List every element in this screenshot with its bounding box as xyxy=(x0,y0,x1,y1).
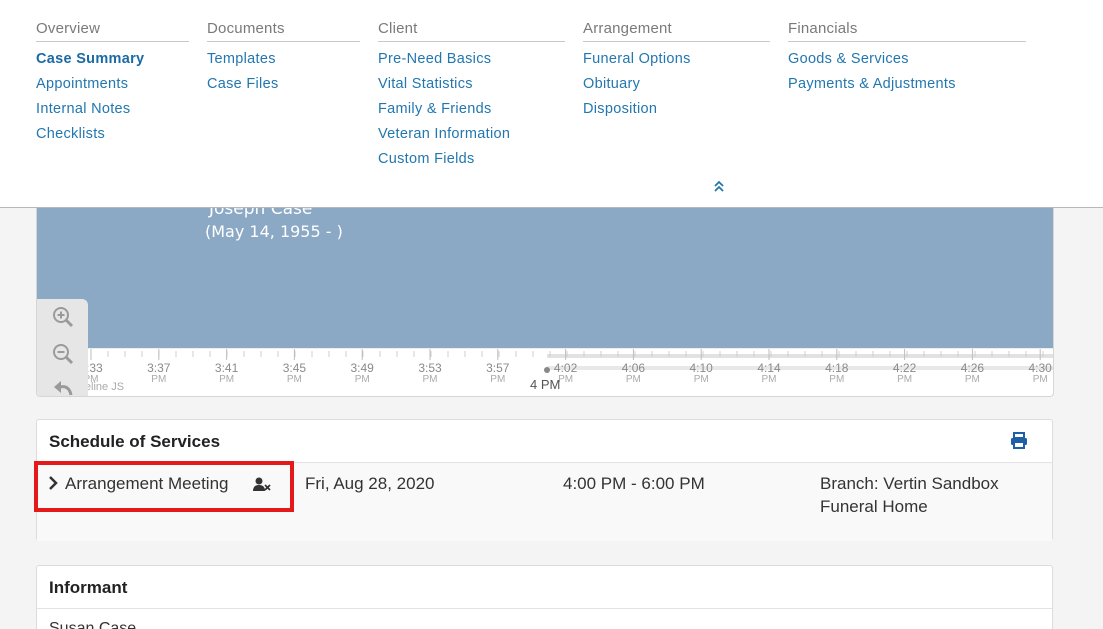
timeline-tick-ampm: PM xyxy=(354,374,370,385)
nav-link-vital-statistics[interactable]: Vital Statistics xyxy=(378,72,565,97)
timeline-tick-ampm: PM xyxy=(219,374,235,385)
timeline-tick-ampm: PM xyxy=(286,374,302,385)
timeline-tick-ampm: PM xyxy=(761,374,777,385)
nav-link-goods-services[interactable]: Goods & Services xyxy=(788,47,1026,72)
service-location-line2: Funeral Home xyxy=(820,497,928,516)
timeline-tick-label: 4:14 PM xyxy=(749,361,789,385)
nav-link-veteran-information[interactable]: Veteran Information xyxy=(378,122,565,147)
nav-column-documents: Documents Templates Case Files xyxy=(207,20,360,97)
service-time: 4:00 PM - 6:00 PM xyxy=(563,474,705,493)
timeline-person-dates: (May 14, 1955 - ) xyxy=(205,222,343,241)
timeline-tick-label: 4:10 PM xyxy=(681,361,721,385)
timeline-tick-label: 4:18 PM xyxy=(817,361,857,385)
nav-link-funeral-options[interactable]: Funeral Options xyxy=(583,47,770,72)
nav-link-payments-adjustments[interactable]: Payments & Adjustments xyxy=(788,72,1026,97)
nav-link-case-summary[interactable]: Case Summary xyxy=(36,47,189,72)
timeline-tick-label: 3:41 PM xyxy=(207,361,247,385)
timeline-tick-ampm: PM xyxy=(422,374,438,385)
informant-header: Informant xyxy=(37,566,1052,609)
nav-column-financials: Financials Goods & Services Payments & A… xyxy=(788,20,1026,97)
nav-link-obituary[interactable]: Obituary xyxy=(583,72,770,97)
nav-column-arrangement: Arrangement Funeral Options Obituary Dis… xyxy=(583,20,770,122)
timeline-tick-ampm: PM xyxy=(625,374,641,385)
timeline-tick-label: 4:22 PM xyxy=(885,361,925,385)
informant-title: Informant xyxy=(49,578,128,597)
timeline-tick-label: 3:49 PM xyxy=(342,361,382,385)
nav-link-disposition[interactable]: Disposition xyxy=(583,97,770,122)
timeline-tick-ampm: PM xyxy=(693,374,709,385)
nav-link-templates[interactable]: Templates xyxy=(207,47,360,72)
schedule-header: Schedule of Services xyxy=(37,420,1052,463)
service-date: Fri, Aug 28, 2020 xyxy=(305,474,435,493)
timeline-axis[interactable]: 3:33 PM 3:37 PM 3:41 PM 3:45 PM 3:49 PM 3:53 PM 3:57… xyxy=(37,348,1053,396)
timeline-tick-label: 3:37 PM xyxy=(139,361,179,385)
nav-link-family-friends[interactable]: Family & Friends xyxy=(378,97,565,122)
timeline-tick-label: 3:57 PM xyxy=(478,361,518,385)
nav-header-arrangement: Arrangement xyxy=(583,20,770,42)
nav-header-documents: Documents xyxy=(207,20,360,42)
printer-icon[interactable] xyxy=(1010,432,1028,449)
timeline-tick-ampm: PM xyxy=(151,374,167,385)
nav-link-custom-fields[interactable]: Custom Fields xyxy=(378,147,565,172)
timeline-tick-ampm: PM xyxy=(897,374,913,385)
timeline-band: Joseph Case (May 14, 1955 - ) xyxy=(37,191,1053,348)
nav-header-overview: Overview xyxy=(36,20,189,42)
timeline-tick-label: 4:30 PM xyxy=(1020,361,1053,385)
timeline-now-label: 4 PM xyxy=(530,377,561,392)
zoom-out-icon[interactable] xyxy=(51,342,75,366)
timeline-tick-label: 4:26 PM xyxy=(952,361,992,385)
nav-header-client: Client xyxy=(378,20,565,42)
service-location-line1: Branch: Vertin Sandbox xyxy=(820,474,999,493)
nav-link-checklists[interactable]: Checklists xyxy=(36,122,189,147)
nav-link-case-files[interactable]: Case Files xyxy=(207,72,360,97)
timeline-tick-ampm: PM xyxy=(964,374,980,385)
timeline-tick-ampm: PM xyxy=(490,374,506,385)
schedule-title: Schedule of Services xyxy=(49,432,221,451)
timeline-tick-label: 3:45 PM xyxy=(274,361,314,385)
nav-header-financials: Financials xyxy=(788,20,1026,42)
timeline-tick-label: 4:06 PM xyxy=(613,361,653,385)
informant-name: Susan Case xyxy=(49,620,137,629)
timeline-zoom-controls xyxy=(37,299,88,397)
service-location: Branch: Vertin Sandbox Funeral Home xyxy=(820,472,999,518)
case-navigation-menu: Overview Case Summary Appointments Inter… xyxy=(0,0,1103,208)
zoom-in-icon[interactable] xyxy=(51,305,75,329)
nav-link-appointments[interactable]: Appointments xyxy=(36,72,189,97)
timeline-tick-ampm: PM xyxy=(829,374,845,385)
timeline-tick-label: 3:53 PM xyxy=(410,361,450,385)
nav-column-client: Client Pre-Need Basics Vital Statistics … xyxy=(378,20,565,172)
nav-column-overview: Overview Case Summary Appointments Inter… xyxy=(36,20,189,147)
nav-link-pre-need-basics[interactable]: Pre-Need Basics xyxy=(378,47,565,72)
timeline-tick-ampm: PM xyxy=(1032,374,1048,385)
double-chevron-up-icon[interactable] xyxy=(711,180,727,192)
back-icon[interactable] xyxy=(51,375,75,397)
informant-card: Informant Susan Case xyxy=(36,565,1053,629)
nav-link-internal-notes[interactable]: Internal Notes xyxy=(36,97,189,122)
highlight-box xyxy=(34,461,294,512)
life-timeline: Joseph Case (May 14, 1955 - ) 3:33 PM 3:37… xyxy=(36,190,1054,397)
